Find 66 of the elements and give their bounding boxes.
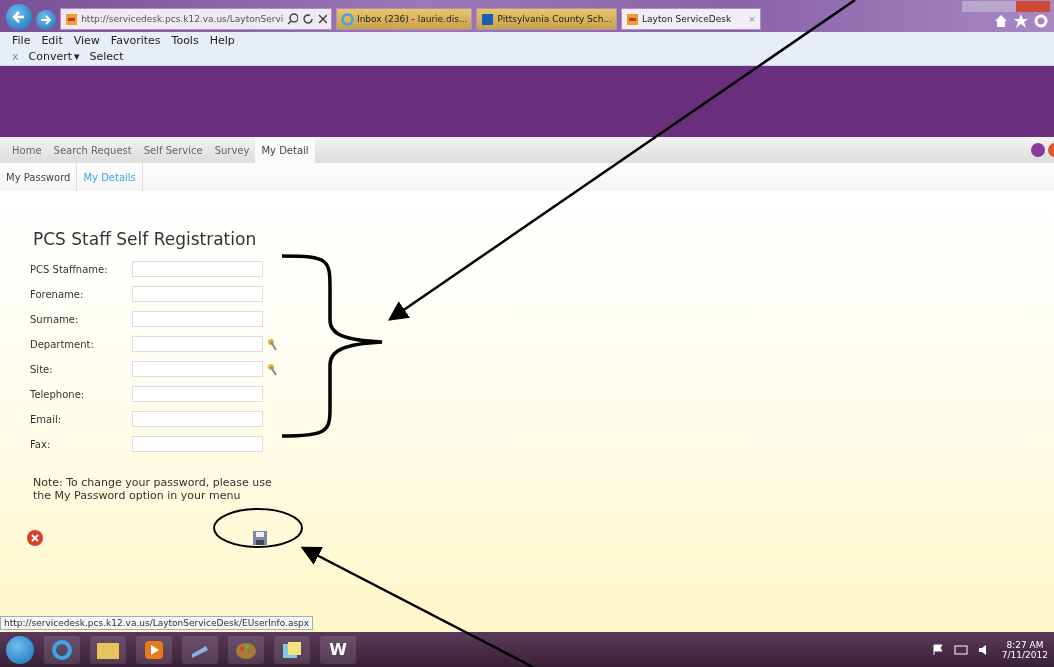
word-taskbar-icon[interactable]: W: [320, 635, 356, 664]
text-field[interactable]: [132, 411, 263, 427]
field-label: Site:: [30, 363, 53, 375]
browser-tab[interactable]: Layton ServiceDesk ×: [621, 8, 761, 30]
field-label: Surname:: [30, 313, 79, 325]
text-field[interactable]: [132, 336, 263, 352]
media-player-taskbar-icon[interactable]: [136, 635, 172, 664]
convert-button[interactable]: Convert: [28, 50, 72, 63]
text-field[interactable]: [132, 436, 263, 452]
menu-item[interactable]: Edit: [41, 33, 63, 47]
nav-tab[interactable]: Search Request: [47, 137, 138, 163]
network-icon[interactable]: [953, 643, 968, 656]
lookup-icon[interactable]: [267, 337, 277, 351]
convert-dropdown-caret[interactable]: ▾: [74, 50, 80, 63]
clock-time: 8:27 AM: [1006, 639, 1044, 650]
folder-taskbar-icon[interactable]: [90, 635, 126, 664]
browser-taskbar-icon[interactable]: [44, 635, 80, 664]
text-field[interactable]: [132, 261, 263, 277]
address-field[interactable]: http://servicedesk.pcs.k12.va.us/LaytonServi: [60, 8, 332, 30]
back-button[interactable]: [6, 4, 32, 30]
back-arrow-icon: [12, 10, 26, 24]
cancel-icon[interactable]: [27, 530, 43, 546]
flag-icon[interactable]: [931, 643, 944, 656]
field-label: Telephone:: [30, 388, 85, 400]
password-note: Note: To change your password, please use the My Password option in your menu: [33, 476, 273, 502]
window-controls[interactable]: [962, 1, 1050, 12]
text-field[interactable]: [132, 361, 263, 377]
lookup-icon[interactable]: [267, 362, 277, 376]
field-label: PCS Staffname:: [30, 263, 108, 275]
nav-tab[interactable]: Self Service: [137, 137, 209, 163]
star-icon[interactable]: [1014, 14, 1028, 28]
start-button[interactable]: [6, 635, 34, 664]
calendar-icon: [481, 12, 495, 26]
field-label: Fax:: [30, 438, 51, 450]
forward-arrow-icon: [40, 14, 52, 26]
site-icon: [65, 12, 78, 26]
text-field[interactable]: [132, 311, 263, 327]
browser-tab[interactable]: Pittsylvania County Sch...: [476, 8, 618, 30]
select-button[interactable]: Select: [89, 50, 124, 63]
menu-item[interactable]: View: [73, 33, 100, 47]
palette-taskbar-icon[interactable]: [228, 635, 264, 664]
sticky-notes-taskbar-icon[interactable]: [274, 635, 310, 664]
field-label: Department:: [30, 338, 94, 350]
field-label: Forename:: [30, 288, 84, 300]
home-icon[interactable]: [994, 14, 1008, 28]
browser-icon: [341, 12, 354, 26]
status-url: http://servicedesk.pcs.k12.va.us/LaytonServiceDesk/EUserInfo.aspx: [0, 616, 314, 630]
site-icon: [626, 12, 640, 26]
menu-item[interactable]: Favorites: [110, 33, 161, 47]
clock-date: 7/11/2012: [1001, 649, 1048, 660]
text-field[interactable]: [132, 286, 263, 302]
save-icon[interactable]: [252, 530, 268, 546]
forward-button[interactable]: [36, 10, 56, 30]
nav-tab[interactable]: Home: [6, 137, 48, 163]
refresh-icon[interactable]: [302, 13, 314, 25]
nav-tab[interactable]: My Detail: [255, 137, 315, 163]
menu-item[interactable]: File: [12, 33, 31, 47]
field-label: Email:: [30, 413, 62, 425]
text-field[interactable]: [132, 386, 263, 402]
browser-tab[interactable]: Inbox (236) - laurie.dis...: [336, 8, 473, 30]
search-icon: [287, 13, 299, 25]
nav-tab[interactable]: Survey: [208, 137, 256, 163]
menu-item[interactable]: Tools: [171, 33, 199, 47]
menu-item[interactable]: Help: [209, 33, 235, 47]
stop-icon[interactable]: [317, 14, 327, 24]
form-title: PCS Staff Self Registration: [33, 229, 258, 249]
